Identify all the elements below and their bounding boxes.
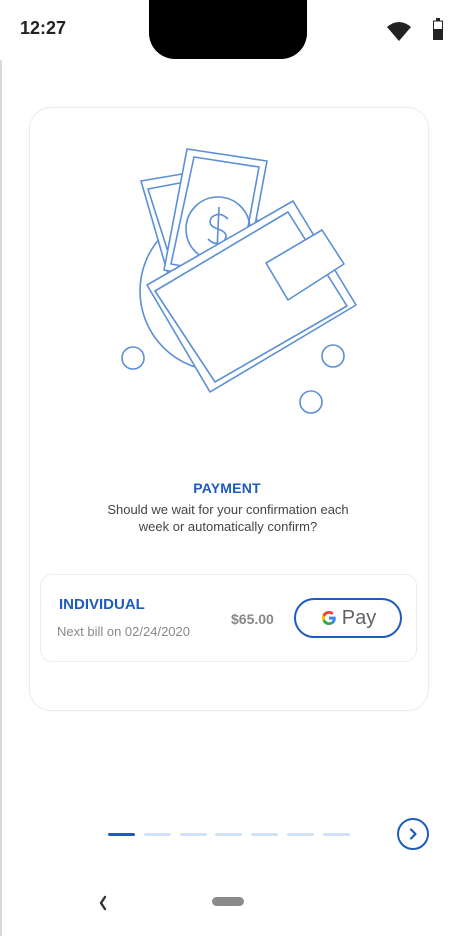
pager-dot[interactable]	[179, 833, 207, 836]
google-pay-button[interactable]: Pay	[294, 598, 402, 638]
camera-notch	[149, 0, 307, 59]
pager-dot[interactable]	[143, 833, 171, 836]
wallet-with-money-illustration	[121, 148, 357, 414]
system-navigation-bar	[0, 880, 454, 924]
coin-right-icon	[321, 344, 345, 368]
back-chevron-icon[interactable]	[96, 893, 110, 913]
home-pill[interactable]	[212, 897, 244, 906]
coin-left-icon	[121, 346, 145, 370]
status-time: 12:27	[20, 18, 67, 38]
pager-dot[interactable]	[108, 833, 135, 836]
screen-edge	[0, 60, 2, 936]
google-g-icon	[321, 611, 336, 625]
payment-description: Should we wait for your confirmation eac…	[107, 502, 349, 534]
pager-dot[interactable]	[322, 833, 350, 836]
pager-dot[interactable]	[251, 833, 279, 836]
plan-price: $65.00	[231, 611, 274, 627]
wifi-icon	[387, 22, 411, 41]
coin-bottom-icon	[299, 390, 323, 414]
status-bar: 12:27	[0, 0, 454, 59]
google-pay-label: Pay	[341, 606, 377, 629]
chevron-right-icon	[409, 828, 417, 840]
next-bill-date: Next bill on 02/24/2020	[57, 624, 190, 639]
battery-icon	[433, 18, 443, 40]
pager-dot[interactable]	[287, 833, 314, 836]
pager-dot[interactable]	[215, 833, 243, 836]
next-page-button[interactable]	[397, 818, 429, 850]
payment-title: PAYMENT	[193, 480, 261, 496]
plan-name: INDIVIDUAL	[59, 596, 145, 613]
